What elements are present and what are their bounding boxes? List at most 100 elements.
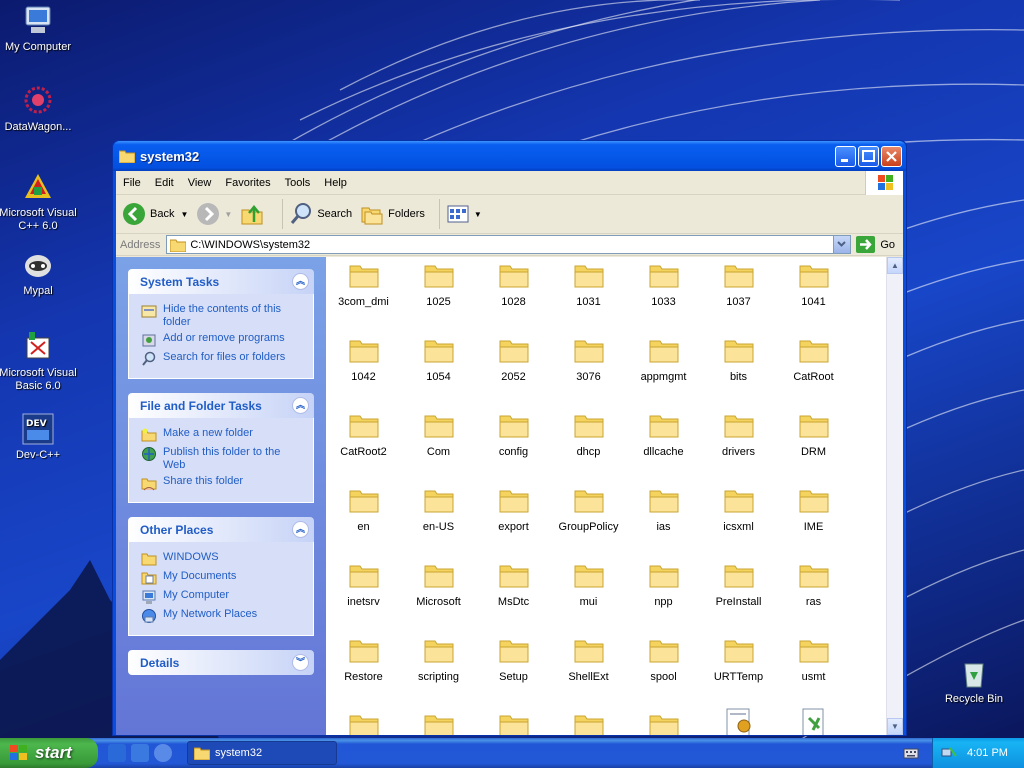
file-item[interactable]: 1041 — [776, 262, 851, 308]
collapse-chevron-icon[interactable]: ︽ — [292, 397, 309, 414]
task-hide-contents[interactable]: Hide the contents of this folder — [141, 303, 305, 329]
file-item[interactable]: 3com_dmi — [326, 262, 401, 308]
file-item[interactable]: 1033 — [626, 262, 701, 308]
file-item[interactable]: dhcp — [551, 412, 626, 458]
scroll-down-button[interactable]: ▼ — [887, 718, 903, 735]
minimize-button[interactable] — [835, 145, 856, 167]
file-item[interactable]: 2052 — [476, 337, 551, 383]
file-item[interactable]: ias — [626, 487, 701, 533]
maximize-button[interactable] — [858, 145, 879, 167]
menu-favorites[interactable]: Favorites — [218, 177, 277, 189]
start-button[interactable]: start — [0, 738, 98, 768]
file-item[interactable]: 1025 — [401, 262, 476, 308]
internet-explorer-icon[interactable] — [108, 744, 126, 762]
place-my-network-places[interactable]: My Network Places — [141, 608, 305, 624]
file-item[interactable]: bits — [701, 337, 776, 383]
place-my-computer[interactable]: My Computer — [141, 589, 305, 605]
file-item[interactable]: Setup — [476, 637, 551, 683]
show-desktop-icon[interactable] — [154, 744, 172, 762]
task-add-remove-programs[interactable]: Add or remove programs — [141, 332, 305, 348]
menu-view[interactable]: View — [181, 177, 219, 189]
expand-chevron-icon[interactable]: ︾ — [292, 654, 309, 671]
file-item-partial[interactable] — [776, 708, 851, 735]
file-item[interactable]: GroupPolicy — [551, 487, 626, 533]
file-item[interactable]: en-US — [401, 487, 476, 533]
network-icon[interactable] — [941, 746, 957, 760]
file-item[interactable]: 1054 — [401, 337, 476, 383]
file-item[interactable]: ShellExt — [551, 637, 626, 683]
file-item-partial[interactable] — [401, 712, 476, 735]
menu-file[interactable]: File — [116, 177, 148, 189]
place-my-documents[interactable]: My Documents — [141, 570, 305, 586]
file-item[interactable]: PreInstall — [701, 562, 776, 608]
task-publish-folder[interactable]: Publish this folder to the Web — [141, 446, 305, 472]
taskbar-button-system32[interactable]: system32 — [187, 741, 337, 765]
file-item[interactable]: Microsoft — [401, 562, 476, 608]
go-button[interactable]: Go — [856, 236, 895, 253]
file-folder-tasks-header[interactable]: File and Folder Tasks ︽ — [128, 393, 314, 418]
file-item[interactable]: 1042 — [326, 337, 401, 383]
file-item[interactable]: en — [326, 487, 401, 533]
vertical-scrollbar[interactable]: ▲ ▼ — [886, 257, 903, 735]
file-item[interactable]: 1028 — [476, 262, 551, 308]
file-item[interactable]: dllcache — [626, 412, 701, 458]
file-item[interactable]: mui — [551, 562, 626, 608]
forward-dropdown-icon[interactable]: ▼ — [224, 210, 232, 219]
scroll-up-button[interactable]: ▲ — [887, 257, 903, 274]
file-item-partial[interactable] — [701, 708, 776, 735]
file-item[interactable]: CatRoot2 — [326, 412, 401, 458]
file-item[interactable]: ras — [776, 562, 851, 608]
details-header[interactable]: Details ︾ — [128, 650, 314, 675]
file-item[interactable]: CatRoot — [776, 337, 851, 383]
file-item[interactable]: drivers — [701, 412, 776, 458]
desktop-icon-visual-cpp[interactable]: Microsoft Visual C++ 6.0 — [0, 170, 80, 233]
other-places-header[interactable]: Other Places ︽ — [128, 517, 314, 542]
file-item[interactable]: inetsrv — [326, 562, 401, 608]
file-item[interactable]: 3076 — [551, 337, 626, 383]
file-item[interactable]: 1037 — [701, 262, 776, 308]
file-item[interactable]: URTTemp — [701, 637, 776, 683]
collapse-chevron-icon[interactable]: ︽ — [292, 521, 309, 538]
folders-button[interactable]: Folders — [360, 202, 425, 226]
clock[interactable]: 4:01 PM — [967, 747, 1008, 759]
file-item[interactable]: Com — [401, 412, 476, 458]
desktop-icon-visual-basic[interactable]: Microsoft Visual Basic 6.0 — [0, 330, 80, 393]
views-button[interactable]: ▼ — [446, 202, 482, 226]
back-dropdown-icon[interactable]: ▼ — [180, 210, 188, 219]
file-item[interactable]: spool — [626, 637, 701, 683]
file-item[interactable]: IME — [776, 487, 851, 533]
file-item[interactable]: usmt — [776, 637, 851, 683]
address-field[interactable]: C:\WINDOWS\system32 — [166, 235, 852, 254]
file-item[interactable]: appmgmt — [626, 337, 701, 383]
address-dropdown-button[interactable] — [833, 236, 851, 253]
keyboard-icon[interactable] — [903, 746, 919, 760]
media-player-icon[interactable] — [131, 744, 149, 762]
file-item-partial[interactable] — [326, 712, 401, 735]
menu-help[interactable]: Help — [317, 177, 354, 189]
desktop-icon-mypal[interactable]: Mypal — [0, 248, 80, 298]
file-item-partial[interactable] — [476, 712, 551, 735]
file-item[interactable]: npp — [626, 562, 701, 608]
file-item[interactable]: Restore — [326, 637, 401, 683]
desktop-icon-my-computer[interactable]: My Computer — [0, 4, 80, 54]
file-item[interactable]: DRM — [776, 412, 851, 458]
desktop-icon-datawagon[interactable]: DataWagon... — [0, 84, 80, 134]
task-search-files[interactable]: Search for files or folders — [141, 351, 305, 367]
task-share-folder[interactable]: Share this folder — [141, 475, 305, 491]
close-button[interactable] — [881, 145, 902, 167]
window-titlebar[interactable]: system32 — [113, 141, 906, 171]
file-item[interactable]: icsxml — [701, 487, 776, 533]
task-make-new-folder[interactable]: Make a new folder — [141, 427, 305, 443]
collapse-chevron-icon[interactable]: ︽ — [292, 273, 309, 290]
file-item-partial[interactable] — [626, 712, 701, 735]
menu-edit[interactable]: Edit — [148, 177, 181, 189]
file-item-partial[interactable] — [551, 712, 626, 735]
menu-tools[interactable]: Tools — [278, 177, 318, 189]
file-item[interactable]: export — [476, 487, 551, 533]
desktop-icon-recycle-bin[interactable]: Recycle Bin — [932, 656, 1016, 706]
file-item[interactable]: config — [476, 412, 551, 458]
system-tasks-header[interactable]: System Tasks ︽ — [128, 269, 314, 294]
up-folder-button[interactable] — [240, 202, 268, 226]
file-item[interactable]: MsDtc — [476, 562, 551, 608]
search-button[interactable]: Search — [289, 202, 352, 226]
